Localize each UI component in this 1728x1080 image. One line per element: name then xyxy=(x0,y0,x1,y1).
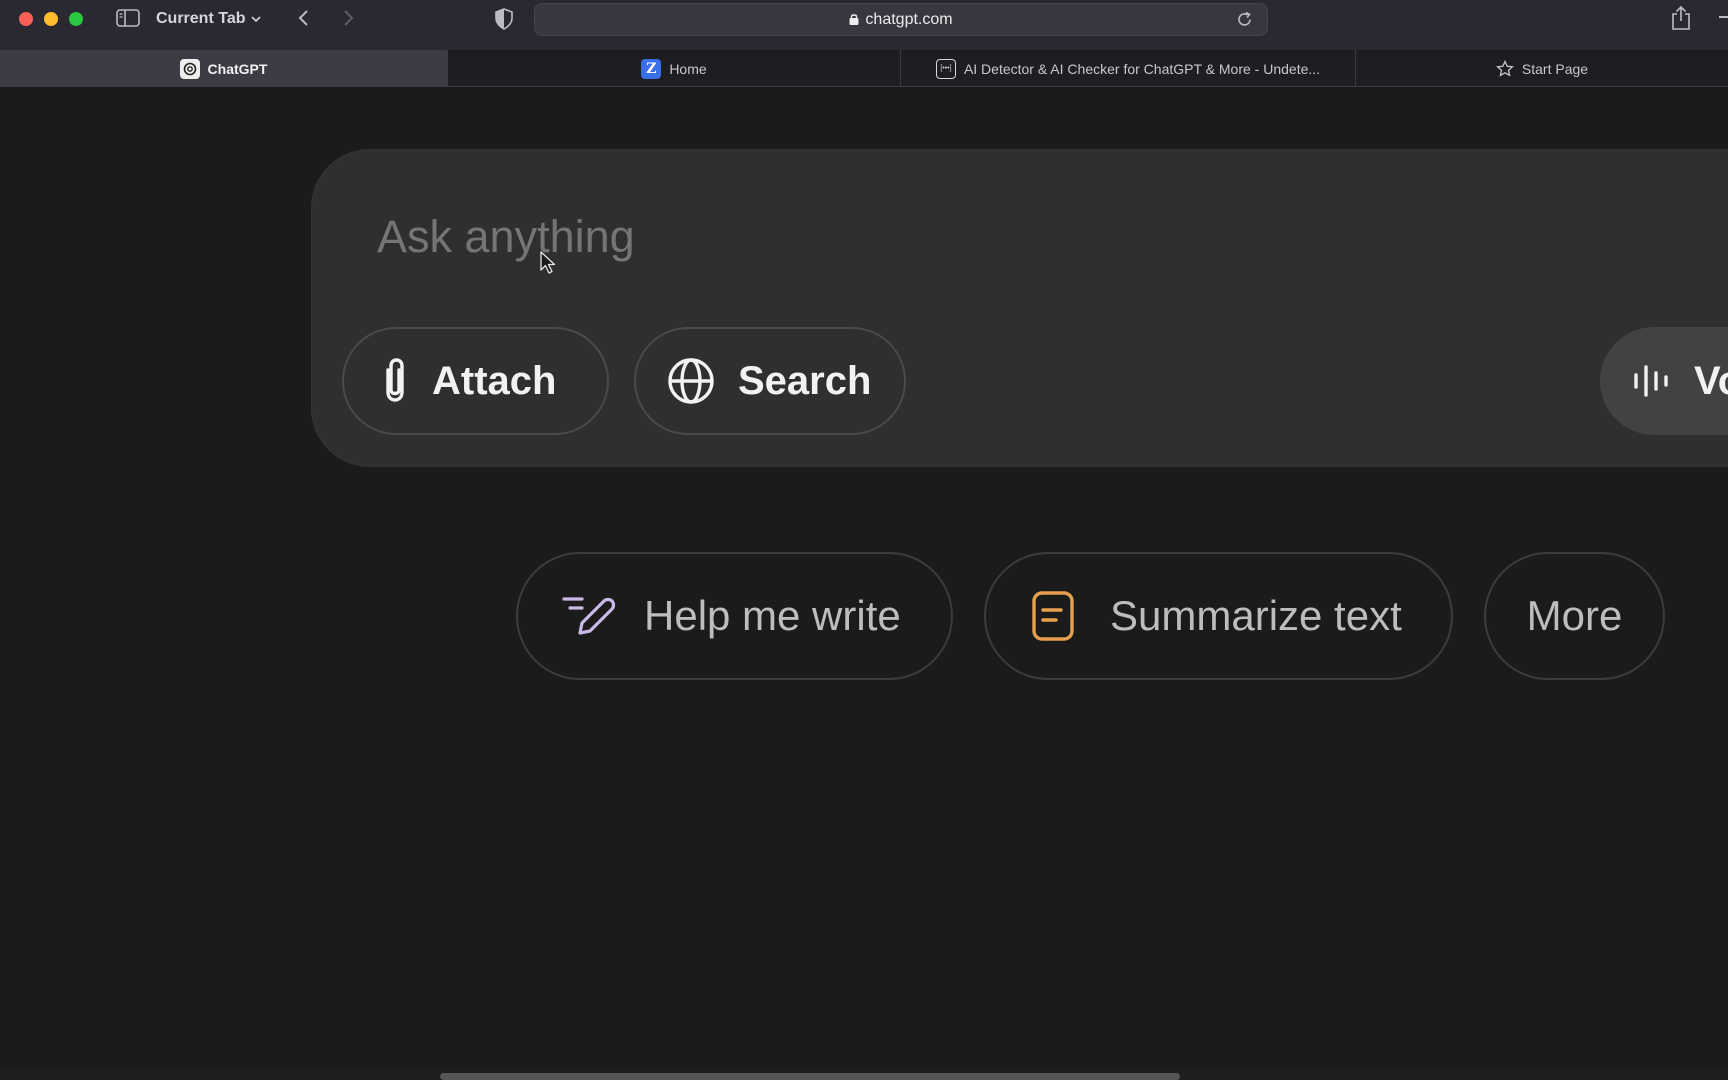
document-icon xyxy=(1032,591,1074,641)
current-tab-menu[interactable]: Current Tab xyxy=(156,8,262,30)
voice-mode-button[interactable]: Vo xyxy=(1600,327,1728,435)
help-me-write-label: Help me write xyxy=(644,592,901,639)
summarize-text-chip[interactable]: Summarize text xyxy=(984,552,1453,680)
forward-button[interactable] xyxy=(340,8,356,28)
share-icon[interactable] xyxy=(1670,5,1692,31)
zoom-window-button[interactable] xyxy=(69,12,83,26)
url-text: chatgpt.com xyxy=(865,11,953,28)
chevron-down-icon xyxy=(251,15,262,22)
search-button[interactable]: Search xyxy=(634,327,906,435)
z-logo-icon: Z xyxy=(641,58,662,79)
close-window-button[interactable] xyxy=(19,12,33,26)
search-label: Search xyxy=(738,358,872,403)
paperclip-icon xyxy=(386,358,404,402)
back-button[interactable] xyxy=(296,8,312,28)
pen-write-icon xyxy=(562,597,616,635)
tab-label: Start Page xyxy=(1521,60,1589,77)
current-tab-label: Current Tab xyxy=(156,10,246,27)
attach-button[interactable]: Attach xyxy=(342,327,609,435)
tab-label: AI Detector & AI Checker for ChatGPT & M… xyxy=(963,60,1321,77)
star-icon xyxy=(1495,59,1514,77)
lock-icon xyxy=(849,14,859,25)
tab-label: ChatGPT xyxy=(207,60,268,77)
minimize-window-button[interactable] xyxy=(44,12,58,26)
tab-home[interactable]: Z Home xyxy=(448,50,901,87)
new-tab-icon[interactable] xyxy=(1719,16,1728,18)
more-label: More xyxy=(1526,592,1623,639)
privacy-shield-icon[interactable] xyxy=(494,8,514,30)
help-me-write-chip[interactable]: Help me write xyxy=(516,552,953,680)
browser-titlebar: Current Tab chatgpt.com xyxy=(0,0,1728,50)
scrollbar-thumb[interactable] xyxy=(440,1073,1180,1080)
tab-start-page[interactable]: Start Page xyxy=(1356,50,1728,87)
tab-ai-detector[interactable]: [•••] AI Detector & AI Checker for ChatG… xyxy=(901,50,1356,87)
tab-bar: ChatGPT Z Home [•••] AI Detector & AI Ch… xyxy=(0,50,1728,87)
voice-label: Vo xyxy=(1694,358,1728,403)
summarize-text-label: Summarize text xyxy=(1110,592,1402,639)
attach-label: Attach xyxy=(432,358,557,403)
voice-waveform-icon xyxy=(1634,365,1668,397)
detector-logo-icon: [•••] xyxy=(935,58,956,79)
chatgpt-logo-icon xyxy=(179,58,200,79)
reload-icon[interactable] xyxy=(1236,11,1253,28)
mouse-cursor-icon xyxy=(540,251,556,275)
more-chip[interactable]: More xyxy=(1484,552,1665,680)
globe-icon xyxy=(668,358,714,404)
tab-label: Home xyxy=(669,60,707,77)
tab-chatgpt[interactable]: ChatGPT xyxy=(0,50,448,87)
address-bar[interactable]: chatgpt.com xyxy=(534,3,1268,36)
sidebar-toggle-icon[interactable] xyxy=(116,9,140,27)
